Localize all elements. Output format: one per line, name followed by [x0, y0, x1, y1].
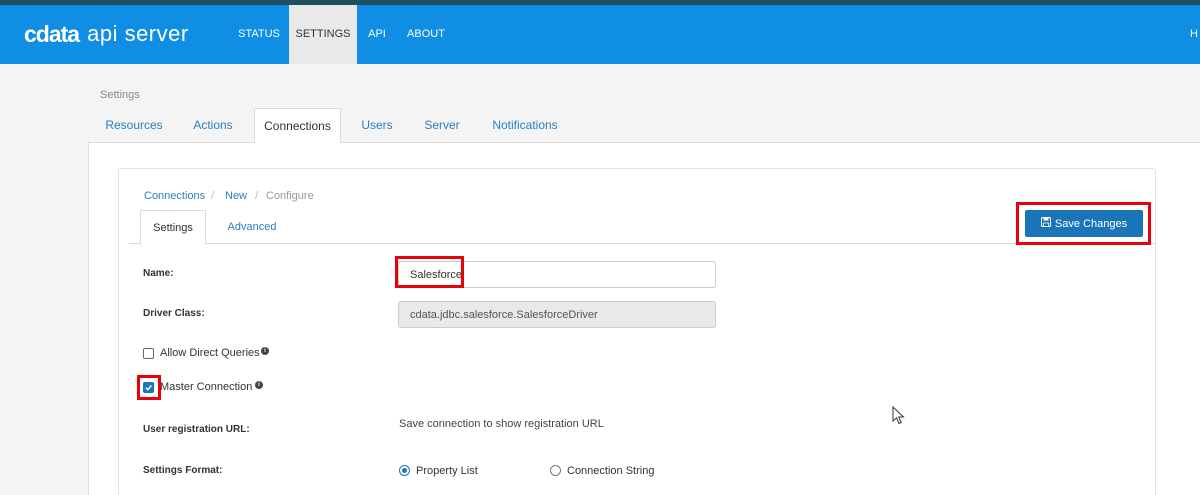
registration-url-label: User registration URL:: [143, 424, 250, 435]
tab-users[interactable]: Users: [353, 108, 401, 142]
settings-format-label: Settings Format:: [143, 465, 223, 476]
logo-brand: cdata: [24, 20, 80, 47]
highlight-name: [395, 256, 464, 288]
mouse-cursor-icon: [892, 405, 905, 430]
highlight-save: [1016, 202, 1151, 245]
property-list-label[interactable]: Property List: [416, 465, 478, 477]
navbar: cdata api server STATUS SETTINGS API ABO…: [0, 5, 1200, 64]
highlight-master-connection: [137, 375, 161, 400]
tab-notifications[interactable]: Notifications: [482, 108, 568, 142]
nav-settings[interactable]: SETTINGS: [289, 5, 357, 64]
nav-status[interactable]: STATUS: [231, 5, 287, 64]
tab-connections[interactable]: Connections: [254, 108, 341, 143]
app-logo[interactable]: cdata api server: [24, 19, 189, 49]
connection-string-radio[interactable]: [550, 465, 561, 476]
property-list-radio[interactable]: [399, 465, 410, 476]
allow-direct-queries-checkbox[interactable]: [143, 348, 154, 359]
breadcrumb-new[interactable]: New: [225, 190, 247, 202]
nav-about[interactable]: ABOUT: [402, 5, 450, 64]
driver-class-input: [398, 301, 716, 328]
nav-user-menu[interactable]: H: [1190, 5, 1200, 64]
connection-string-label[interactable]: Connection String: [567, 465, 654, 477]
logo-product: api server: [87, 21, 189, 46]
tab-resources[interactable]: Resources: [96, 108, 172, 142]
page-label: Settings: [100, 89, 140, 101]
info-icon[interactable]: i: [255, 381, 263, 389]
registration-url-text: Save connection to show registration URL: [399, 418, 604, 430]
name-label: Name:: [143, 268, 174, 279]
subtab-advanced[interactable]: Advanced: [217, 210, 287, 244]
breadcrumb-configure: Configure: [266, 190, 314, 202]
subtab-settings[interactable]: Settings: [140, 210, 206, 245]
allow-direct-queries-label[interactable]: Allow Direct Queries: [160, 347, 260, 359]
breadcrumb-separator: /: [211, 190, 215, 202]
nav-api[interactable]: API: [362, 5, 392, 64]
driver-class-label: Driver Class:: [143, 308, 205, 319]
master-connection-label[interactable]: Master Connection: [160, 381, 252, 393]
tab-server[interactable]: Server: [413, 108, 471, 142]
info-icon[interactable]: i: [261, 347, 269, 355]
breadcrumb-separator: /: [255, 190, 259, 202]
breadcrumb-connections[interactable]: Connections: [144, 190, 205, 202]
tab-actions[interactable]: Actions: [180, 108, 246, 142]
